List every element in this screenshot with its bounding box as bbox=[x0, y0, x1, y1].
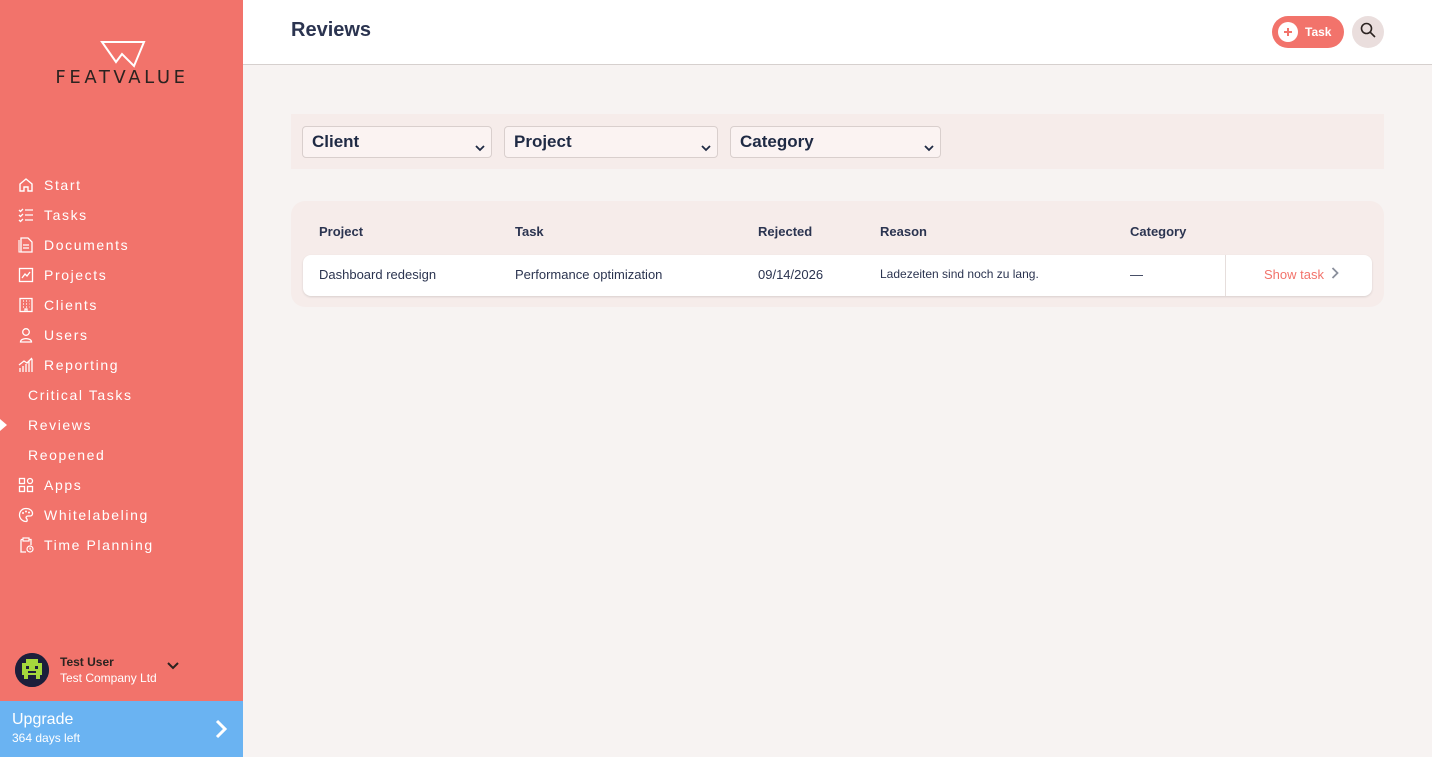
palette-icon bbox=[17, 506, 35, 524]
reviews-table: Project Task Rejected Reason Category Da… bbox=[291, 201, 1384, 307]
cell-category: — bbox=[1130, 267, 1143, 282]
category-filter-select[interactable]: Category bbox=[730, 126, 941, 158]
bar-chart-icon bbox=[17, 356, 35, 374]
category-filter-value: Category bbox=[740, 132, 814, 151]
search-icon bbox=[1360, 22, 1376, 43]
sidebar-item-label: Reopened bbox=[28, 447, 106, 463]
page-title: Reviews bbox=[291, 19, 372, 41]
chevron-right-icon bbox=[1331, 267, 1339, 282]
add-task-button[interactable]: Task bbox=[1272, 16, 1344, 48]
cell-reason: Ladezeiten sind noch zu lang. bbox=[880, 267, 1039, 281]
chevron-down-icon bbox=[475, 137, 485, 157]
featvalue-logo[interactable]: FEATVALUE bbox=[36, 40, 208, 90]
sidebar-item-label: Time Planning bbox=[44, 537, 154, 553]
sidebar-item-label: Users bbox=[44, 327, 89, 343]
sidebar-item-label: Apps bbox=[44, 477, 83, 493]
sidebar-item-whitelabeling[interactable]: Whitelabeling bbox=[0, 500, 243, 530]
search-button[interactable] bbox=[1352, 16, 1384, 48]
chevron-right-icon bbox=[215, 719, 228, 744]
sidebar-item-label: Critical Tasks bbox=[28, 387, 133, 403]
sidebar-item-reopened[interactable]: Reopened bbox=[0, 440, 243, 470]
chevron-down-icon[interactable] bbox=[167, 657, 179, 675]
user-icon bbox=[17, 326, 35, 344]
column-header-project: Project bbox=[319, 224, 364, 239]
add-task-label: Task bbox=[1305, 25, 1332, 39]
chevron-down-icon bbox=[924, 137, 934, 157]
sidebar-item-label: Reporting bbox=[44, 357, 120, 373]
sidebar-item-label: Tasks bbox=[44, 207, 88, 223]
show-task-link[interactable]: Show task bbox=[1264, 267, 1339, 282]
sidebar-item-tasks[interactable]: Tasks bbox=[0, 200, 243, 230]
sidebar-item-documents[interactable]: Documents bbox=[0, 230, 243, 260]
sidebar-item-users[interactable]: Users bbox=[0, 320, 243, 350]
show-task-label: Show task bbox=[1264, 267, 1324, 282]
row-divider bbox=[1225, 255, 1226, 296]
column-header-rejected: Rejected bbox=[758, 224, 813, 239]
filter-bar: Client Project Category bbox=[291, 114, 1384, 169]
checklist-icon bbox=[17, 206, 35, 224]
column-header-reason: Reason bbox=[880, 224, 927, 239]
sidebar-item-label: Projects bbox=[44, 267, 108, 283]
upgrade-days-left: 364 days left bbox=[12, 731, 81, 745]
sidebar-item-clients[interactable]: Clients bbox=[0, 290, 243, 320]
client-filter-select[interactable]: Client bbox=[302, 126, 492, 158]
sidebar: FEATVALUE Start Tasks Documents Projects bbox=[0, 0, 243, 757]
sidebar-item-start[interactable]: Start bbox=[0, 170, 243, 200]
user-menu[interactable]: Test User Test Company Ltd bbox=[15, 650, 230, 690]
sidebar-item-label: Reviews bbox=[28, 417, 93, 433]
sidebar-item-label: Documents bbox=[44, 237, 130, 253]
building-icon bbox=[17, 296, 35, 314]
document-icon bbox=[17, 236, 35, 254]
sidebar-item-label: Start bbox=[44, 177, 82, 193]
column-header-task: Task bbox=[515, 224, 544, 239]
chart-board-icon bbox=[17, 266, 35, 284]
sidebar-item-reviews[interactable]: Reviews bbox=[0, 410, 243, 440]
cell-project: Dashboard redesign bbox=[319, 267, 437, 282]
page-header: Reviews Task bbox=[243, 0, 1432, 65]
chevron-down-icon bbox=[701, 137, 711, 157]
sidebar-item-projects[interactable]: Projects bbox=[0, 260, 243, 290]
project-filter-value: Project bbox=[514, 132, 572, 151]
table-row: Dashboard redesign Performance optimizat… bbox=[303, 255, 1372, 296]
sidebar-item-label: Clients bbox=[44, 297, 98, 313]
cell-rejected: 09/14/2026 bbox=[758, 267, 824, 282]
apps-grid-icon bbox=[17, 476, 35, 494]
logo-mark-icon bbox=[100, 41, 146, 68]
plus-icon bbox=[1278, 22, 1298, 42]
sidebar-nav: Start Tasks Documents Projects Clients U… bbox=[0, 170, 243, 560]
home-icon bbox=[17, 176, 35, 194]
brand-name: FEATVALUE bbox=[55, 67, 189, 88]
project-filter-select[interactable]: Project bbox=[504, 126, 718, 158]
sidebar-item-reporting[interactable]: Reporting bbox=[0, 350, 243, 380]
column-header-category: Category bbox=[1130, 224, 1187, 239]
sidebar-item-critical-tasks[interactable]: Critical Tasks bbox=[0, 380, 243, 410]
user-company: Test Company Ltd bbox=[60, 671, 157, 685]
sidebar-item-time-planning[interactable]: Time Planning bbox=[0, 530, 243, 560]
upgrade-banner[interactable]: Upgrade 364 days left bbox=[0, 701, 243, 757]
avatar bbox=[15, 653, 49, 687]
client-filter-value: Client bbox=[312, 132, 360, 151]
cell-task: Performance optimization bbox=[515, 267, 663, 282]
sidebar-item-label: Whitelabeling bbox=[44, 507, 149, 523]
upgrade-title: Upgrade bbox=[12, 711, 74, 728]
sidebar-item-apps[interactable]: Apps bbox=[0, 470, 243, 500]
clipboard-clock-icon bbox=[17, 536, 35, 554]
user-name: Test User bbox=[60, 655, 114, 669]
